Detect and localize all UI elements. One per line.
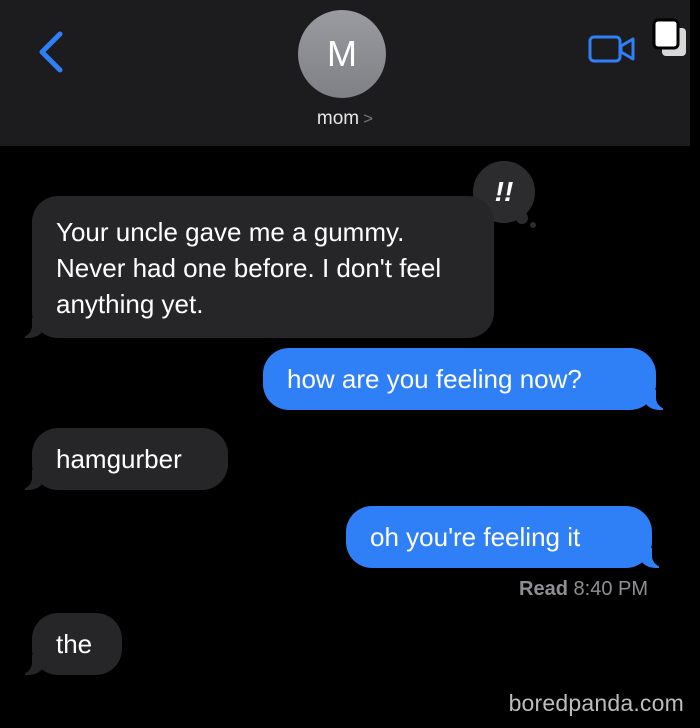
message-bubble-incoming[interactable]: the (16, 613, 122, 675)
bubble-tail (16, 470, 45, 490)
message-text: hamgurber (56, 444, 182, 474)
message-text: Your uncle gave me a gummy. Never had on… (56, 217, 442, 319)
conversation-header: M mom > (0, 0, 690, 146)
watermark: boredpanda.com (508, 690, 684, 716)
read-label: Read (519, 578, 568, 600)
reaction-icon: !! (494, 176, 514, 207)
contact-avatar[interactable]: M (298, 10, 386, 98)
message-text: the (56, 629, 93, 659)
bubble-tail (16, 655, 45, 675)
message-bubble-incoming[interactable]: Your uncle gave me a gummy. Never had on… (16, 196, 494, 338)
contact-name: mom (316, 108, 360, 129)
contact-name-button[interactable]: mom > (0, 108, 690, 130)
bubble-tail (16, 318, 45, 338)
message-bubble-incoming[interactable]: hamgurber (16, 428, 228, 490)
message-text: oh you're feeling it (370, 522, 581, 552)
read-receipt: Read 8:40 PM (519, 578, 648, 601)
reaction-tail-dot (516, 212, 528, 224)
bubble-tail (639, 548, 668, 568)
read-time: 8:40 PM (573, 578, 648, 600)
copy-icon (652, 18, 686, 56)
message-bubble-outgoing[interactable]: oh you're feeling it (346, 506, 668, 568)
back-chevron-icon[interactable] (34, 30, 70, 74)
reaction-tail-dot (530, 222, 536, 228)
message-text: how are you feeling now? (287, 364, 582, 394)
message-bubble-outgoing[interactable]: how are you feeling now? (263, 348, 672, 410)
chevron-right-icon: > (363, 109, 374, 128)
bubble-tail (643, 390, 672, 410)
video-camera-icon[interactable] (588, 34, 636, 64)
avatar-initial: M (327, 33, 357, 74)
